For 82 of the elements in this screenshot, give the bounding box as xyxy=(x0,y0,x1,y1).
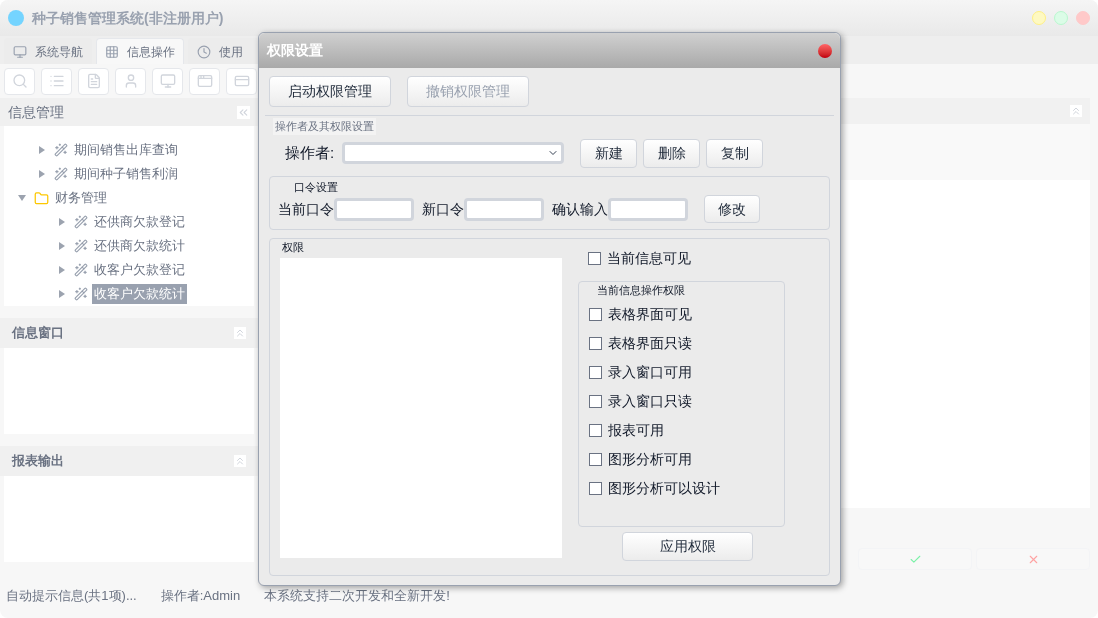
collapse-icon[interactable] xyxy=(234,455,246,467)
cancel-button[interactable] xyxy=(976,548,1090,570)
close-button[interactable] xyxy=(818,43,832,58)
monitor-icon xyxy=(13,44,27,59)
checkbox[interactable] xyxy=(589,424,602,437)
group-title: 操作者及其权限设置 xyxy=(273,118,376,135)
group-title: 权限 xyxy=(281,240,305,255)
checkbox-label: 录入窗口只读 xyxy=(608,392,692,411)
field-label: 新口令 xyxy=(422,199,464,219)
grid-icon xyxy=(105,44,119,59)
password-field[interactable] xyxy=(334,197,414,221)
clock-icon xyxy=(197,44,211,59)
tree-item[interactable]: 还供商欠款统计 xyxy=(92,236,187,256)
field-label: 当前口令 xyxy=(278,199,334,219)
search-icon[interactable] xyxy=(4,67,35,95)
collapsed-arrow-icon[interactable] xyxy=(38,146,46,154)
collapsed-arrow-icon[interactable] xyxy=(58,242,66,250)
checkbox-label: 报表可用 xyxy=(608,421,664,440)
list-icon[interactable] xyxy=(41,67,72,95)
app-logo-icon xyxy=(8,10,24,26)
collapsed-arrow-icon[interactable] xyxy=(58,218,66,226)
collapse-icon[interactable] xyxy=(237,105,250,119)
wand-icon xyxy=(54,167,68,181)
tree-item[interactable]: 期间销售出库查询 xyxy=(72,140,180,160)
tree-item[interactable]: 收客户欠款登记 xyxy=(92,260,187,280)
checkbox[interactable] xyxy=(589,308,602,321)
group-title: 口令设置 xyxy=(293,179,339,195)
checkbox[interactable] xyxy=(589,482,602,495)
panel-title: 报表输出 xyxy=(12,452,64,471)
collapsed-arrow-icon[interactable] xyxy=(58,290,66,298)
dialog-button[interactable]: 新建 xyxy=(580,138,638,168)
operator-label: 操作者: xyxy=(285,142,335,163)
status-text: 操作者:Admin xyxy=(160,587,241,606)
tree-item[interactable]: 财务管理 xyxy=(53,188,109,208)
checkbox-label: 录入窗口可用 xyxy=(608,363,692,382)
person-icon[interactable] xyxy=(115,67,146,95)
dialog-button[interactable]: 修改 xyxy=(704,195,760,223)
collapse-icon[interactable] xyxy=(1070,105,1082,117)
document-icon[interactable] xyxy=(78,67,109,95)
window-title: 种子销售管理系统(非注册用户) xyxy=(32,8,224,28)
checkbox[interactable] xyxy=(589,395,602,408)
operator-dropdown[interactable] xyxy=(342,142,565,164)
panel-title: 信息管理 xyxy=(8,102,64,122)
dialog-button[interactable]: 应用权限 xyxy=(622,531,753,561)
dialog-button[interactable]: 启动权限管理 xyxy=(269,76,391,107)
tree-item[interactable]: 还供商欠款登记 xyxy=(92,212,187,232)
folder-icon xyxy=(34,190,49,206)
checkbox[interactable] xyxy=(588,251,601,265)
checkbox-label: 表格界面可见 xyxy=(608,305,692,324)
wand-icon xyxy=(74,239,88,253)
dialog-button[interactable]: 删除 xyxy=(643,138,701,168)
minimize-button[interactable] xyxy=(1032,11,1046,25)
password-field[interactable] xyxy=(464,197,544,221)
confirm-button[interactable] xyxy=(858,548,972,570)
collapsed-arrow-icon[interactable] xyxy=(38,170,46,178)
status-text: 本系统支持二次开发和全新开发! xyxy=(264,587,450,606)
checkbox-label: 图形分析可以设计 xyxy=(608,479,720,498)
wand-icon xyxy=(54,143,68,157)
card-icon[interactable] xyxy=(226,67,257,95)
wand-icon xyxy=(74,287,88,301)
panel-title: 信息窗口 xyxy=(12,324,64,343)
checkbox[interactable] xyxy=(589,337,602,350)
tree-item[interactable]: 期间种子销售利润 xyxy=(72,164,180,184)
dialog-button[interactable]: 复制 xyxy=(706,138,764,168)
group-title: 当前信息操作权限 xyxy=(596,282,686,298)
collapsed-arrow-icon[interactable] xyxy=(58,266,66,274)
checkbox-label: 当前信息可见 xyxy=(607,248,691,268)
checkbox-label: 图形分析可用 xyxy=(608,450,692,469)
status-text: 自动提示信息(共1项)... xyxy=(6,587,137,606)
expanded-arrow-icon[interactable] xyxy=(18,194,26,202)
field-label: 确认输入 xyxy=(552,199,608,219)
tab[interactable]: 信息操作 xyxy=(96,38,184,64)
password-field[interactable] xyxy=(608,197,688,221)
checkbox-label: 表格界面只读 xyxy=(608,334,692,353)
checkbox[interactable] xyxy=(589,366,602,379)
wand-icon xyxy=(74,263,88,277)
checkbox[interactable] xyxy=(589,453,602,466)
collapse-icon[interactable] xyxy=(234,327,246,339)
monitor-icon[interactable] xyxy=(152,67,183,95)
wand-icon xyxy=(74,215,88,229)
add-window-icon[interactable] xyxy=(189,67,220,95)
maximize-button[interactable] xyxy=(1054,11,1068,25)
